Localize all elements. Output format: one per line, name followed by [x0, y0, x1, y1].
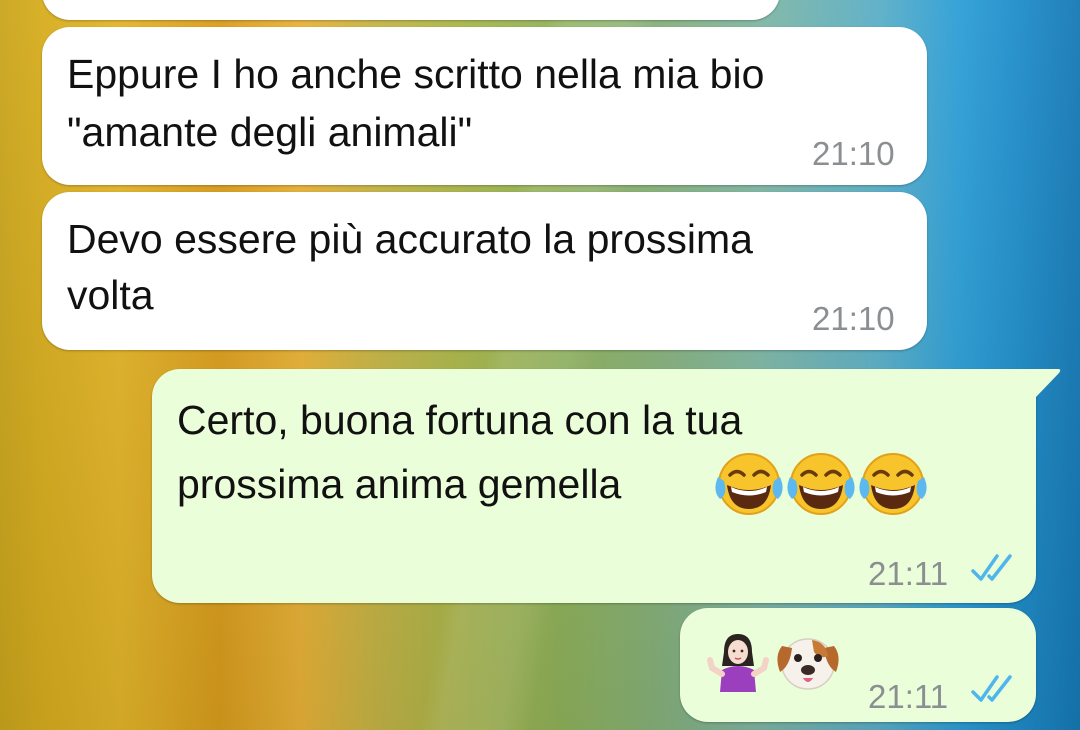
woman-shrugging-icon — [707, 634, 769, 692]
message-timestamp: 21:11 — [868, 678, 949, 715]
bubble-tail — [1032, 369, 1061, 397]
message-text-line: "amante degli animali" — [67, 109, 473, 155]
message-text-line: Eppure I ho anche scritto nella mia bio — [67, 51, 765, 97]
face-with-tears-of-joy-icon — [715, 453, 783, 515]
message-timestamp: 21:11 — [868, 555, 949, 592]
message-bubble-incoming[interactable]: Devo essere più accurato la prossima vol… — [42, 192, 927, 350]
dog-face-icon — [777, 638, 839, 690]
read-receipt-icon — [971, 554, 1012, 581]
message-text-line: volta — [67, 272, 154, 318]
message-bubble-partial[interactable] — [42, 0, 780, 20]
message-timestamp: 21:10 — [812, 300, 895, 337]
message-bubble-outgoing[interactable]: 21:11 — [680, 608, 1036, 722]
face-with-tears-of-joy-icon — [859, 453, 927, 515]
read-receipt-icon — [971, 675, 1012, 702]
message-bubble-incoming[interactable]: Eppure I ho anche scritto nella mia bio … — [42, 27, 927, 185]
message-bubble-outgoing[interactable]: Certo, buona fortuna con la tua prossima… — [152, 369, 1036, 603]
message-text-line: prossima anima gemella — [177, 461, 622, 507]
face-with-tears-of-joy-icon — [787, 453, 855, 515]
message-text-line: Devo essere più accurato la prossima — [67, 216, 753, 262]
message-timestamp: 21:10 — [812, 135, 895, 172]
message-text-line: Certo, buona fortuna con la tua — [177, 397, 743, 443]
